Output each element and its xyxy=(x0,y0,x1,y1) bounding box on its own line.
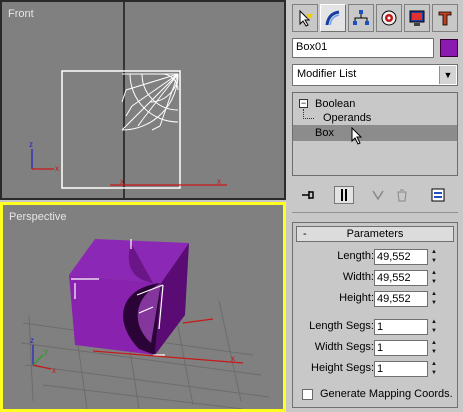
stack-item-operands[interactable]: Operands xyxy=(293,110,457,126)
utilities-icon xyxy=(438,11,452,26)
mouse-cursor-icon xyxy=(351,127,363,145)
height-segs-label: Height Segs: xyxy=(311,362,374,374)
hierarchy-tab[interactable] xyxy=(348,4,374,32)
configure-icon xyxy=(431,188,445,202)
perspective-viewport-scene: x z x y xyxy=(20,239,270,409)
modifier-stack[interactable]: − Boolean Operands Box xyxy=(292,92,458,176)
collapse-icon[interactable]: − xyxy=(299,99,308,108)
width-segs-label: Width Segs: xyxy=(314,341,374,353)
length-label: Length: xyxy=(337,250,374,262)
svg-text:x: x xyxy=(52,366,56,375)
height-segs-row: Height Segs: 1 ▲ ▼ xyxy=(294,361,452,377)
pin-icon xyxy=(302,191,314,199)
trash-icon xyxy=(397,189,407,202)
perspective-viewport[interactable]: Perspective x z x y xyxy=(0,202,286,412)
svg-text:x: x xyxy=(120,177,124,186)
rollout-collapse-icon: - xyxy=(303,228,307,240)
svg-text:x: x xyxy=(55,164,59,173)
show-end-result-icon xyxy=(341,189,347,201)
utilities-tab[interactable] xyxy=(432,4,458,32)
height-label: Height: xyxy=(339,292,374,304)
length-row: Length: 49,552 ▲ ▼ xyxy=(294,249,452,265)
boolean-box-mesh xyxy=(69,239,189,356)
object-color-swatch[interactable] xyxy=(440,39,458,57)
height-spinner[interactable]: ▲ ▼ xyxy=(431,291,441,307)
chevron-down-icon[interactable]: ▼ xyxy=(439,66,456,84)
configure-modifier-sets-button[interactable] xyxy=(428,186,448,204)
perspective-axis-tripod: z x y xyxy=(30,336,56,375)
command-panel: Box01 Modifier List ▼ − Boolean Operands… xyxy=(288,0,463,412)
create-cursor-icon xyxy=(299,9,313,27)
stack-item-box[interactable]: Box xyxy=(293,125,457,145)
length-segs-input[interactable]: 1 xyxy=(374,319,428,335)
front-axis-tripod: z x xyxy=(29,140,59,173)
length-input[interactable]: 49,552 xyxy=(374,249,428,265)
make-unique-button[interactable] xyxy=(368,186,388,204)
modify-icon xyxy=(325,10,340,26)
generate-mapping-checkbox[interactable] xyxy=(302,389,313,400)
modify-tab[interactable] xyxy=(320,4,346,32)
svg-text:y: y xyxy=(44,347,48,356)
modifier-list-dropdown[interactable]: Modifier List ▼ xyxy=(292,64,458,86)
remove-modifier-button[interactable] xyxy=(392,186,412,204)
stack-item-operands-label: Operands xyxy=(323,112,372,124)
modifier-list-label: Modifier List xyxy=(297,68,357,80)
length-segs-spinner[interactable]: ▲ ▼ xyxy=(431,319,441,335)
pin-stack-button[interactable] xyxy=(298,186,318,204)
object-name-input[interactable]: Box01 xyxy=(292,38,434,58)
height-segs-input[interactable]: 1 xyxy=(374,361,428,377)
motion-icon xyxy=(381,10,397,26)
height-input[interactable]: 49,552 xyxy=(374,291,428,307)
stack-item-box-label: Box xyxy=(315,127,334,139)
svg-text:z: z xyxy=(30,336,34,345)
svg-text:x: x xyxy=(217,177,221,186)
length-segs-label: Length Segs: xyxy=(309,320,374,332)
parameters-title: Parameters xyxy=(346,228,404,240)
width-segs-spinner[interactable]: ▲ ▼ xyxy=(431,340,441,356)
length-segs-row: Length Segs: 1 ▲ ▼ xyxy=(294,319,452,335)
display-icon xyxy=(409,10,425,26)
svg-text:z: z xyxy=(29,140,33,149)
length-spinner[interactable]: ▲ ▼ xyxy=(431,249,441,265)
width-spinner[interactable]: ▲ ▼ xyxy=(431,270,441,286)
create-tab[interactable] xyxy=(292,4,318,32)
width-segs-input[interactable]: 1 xyxy=(374,340,428,356)
width-label: Width: xyxy=(342,271,374,283)
front-viewport-scene: x x z x xyxy=(29,2,227,198)
width-row: Width: 49,552 ▲ ▼ xyxy=(294,270,452,286)
svg-text:x: x xyxy=(231,354,235,363)
sphere-quarter-wireframe xyxy=(121,73,179,131)
make-unique-icon xyxy=(372,190,384,201)
height-row: Height: 49,552 ▲ ▼ xyxy=(294,291,452,307)
width-input[interactable]: 49,552 xyxy=(374,270,428,286)
show-end-result-button[interactable] xyxy=(334,186,354,204)
generate-mapping-label[interactable]: Generate Mapping Coords. xyxy=(320,388,453,400)
width-segs-row: Width Segs: 1 ▲ ▼ xyxy=(294,340,452,356)
parameters-rollout-header[interactable]: - Parameters xyxy=(296,226,454,242)
motion-tab[interactable] xyxy=(376,4,402,32)
front-viewport[interactable]: Front x x z x xyxy=(0,0,286,200)
display-tab[interactable] xyxy=(404,4,430,32)
hierarchy-icon xyxy=(353,10,369,25)
panel-separator xyxy=(292,212,458,213)
generate-mapping-row[interactable]: Generate Mapping Coords. xyxy=(302,388,457,402)
height-segs-spinner[interactable]: ▲ ▼ xyxy=(431,361,441,377)
